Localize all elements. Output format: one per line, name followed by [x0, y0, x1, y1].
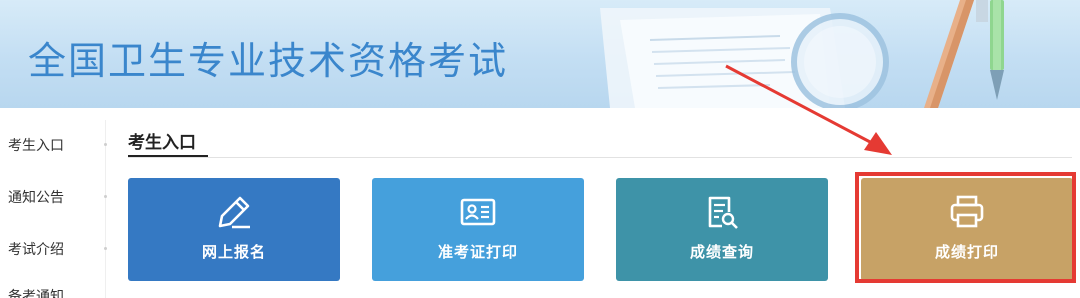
- pencil-icon: [128, 194, 340, 230]
- sidebar-item-exam-intro[interactable]: 考试介绍: [8, 239, 64, 259]
- card-label: 成绩查询: [689, 243, 754, 261]
- sidebar-item-announcements[interactable]: 通知公告: [8, 187, 64, 207]
- score-query-button[interactable]: 成绩查询: [616, 178, 828, 281]
- sidebar-bullet: [104, 247, 107, 250]
- sidebar-bullet: [104, 195, 107, 198]
- card-label: 网上报名: [201, 243, 266, 261]
- sidebar-item-prep-notice[interactable]: 备考通知: [8, 286, 64, 298]
- page: 全国卫生专业技术资格考试 考生入口 通知公告 考试介绍 备考通知 考生入口 网上…: [0, 0, 1080, 298]
- section-title: 考生入口: [128, 133, 196, 153]
- section-divider: [128, 157, 1072, 158]
- header-banner: 全国卫生专业技术资格考试: [0, 0, 1080, 108]
- sidebar-bullet: [104, 143, 107, 146]
- online-registration-button[interactable]: 网上报名: [128, 178, 340, 281]
- card-label: 准考证打印: [437, 243, 518, 261]
- sidebar-item-candidate-entry[interactable]: 考生入口: [8, 135, 64, 155]
- sidebar-divider: [105, 120, 106, 298]
- highlight-annotation-box: [855, 172, 1076, 283]
- banner-illustration: [600, 0, 1004, 108]
- site-title: 全国卫生专业技术资格考试: [28, 39, 509, 83]
- admission-ticket-print-button[interactable]: 准考证打印: [372, 178, 584, 281]
- id-card-icon: [372, 194, 584, 230]
- document-search-icon: [616, 194, 828, 230]
